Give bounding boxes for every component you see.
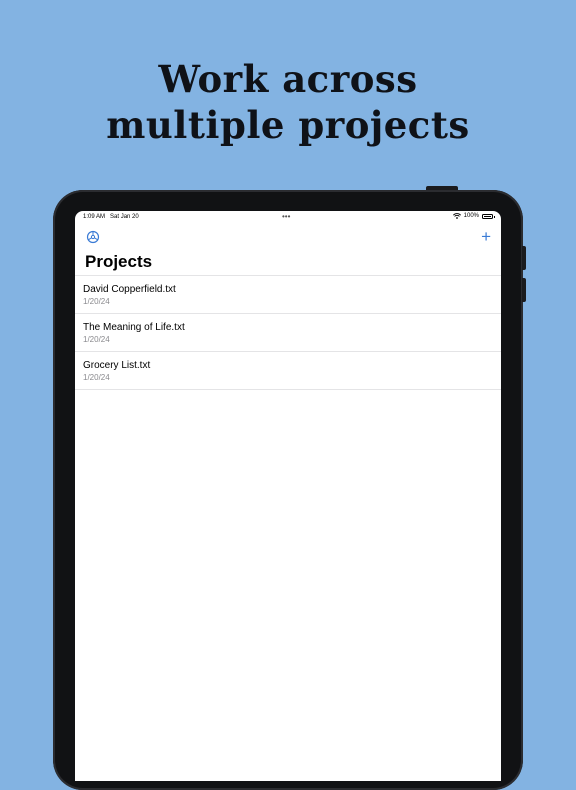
project-row[interactable]: David Copperfield.txt 1/20/24 — [75, 276, 501, 314]
status-time: 1:09 AM — [83, 214, 106, 220]
device-volume-up-button — [522, 246, 526, 270]
gear-icon — [86, 230, 100, 248]
project-name: The Meaning of Life.txt — [83, 322, 185, 333]
wifi-icon — [452, 213, 461, 219]
status-date: Sat Jan 20 — [110, 214, 139, 220]
promo-headline: Work across multiple projects — [0, 56, 576, 148]
project-name: Grocery List.txt — [83, 360, 151, 371]
page-title: Projects — [85, 252, 153, 271]
battery-percent: 100% — [463, 213, 479, 219]
project-date: 1/20/24 — [83, 373, 110, 382]
headline-line-2: multiple projects — [106, 103, 470, 147]
device-volume-down-button — [522, 278, 526, 302]
project-name: David Copperfield.txt — [83, 284, 176, 295]
settings-button[interactable] — [86, 230, 100, 244]
app-screen: 1:09 AM Sat Jan 20 ••• 100% + Projects D… — [75, 211, 501, 781]
add-project-button[interactable]: + — [481, 228, 491, 245]
multitasking-dots[interactable]: ••• — [282, 212, 290, 221]
projects-list: David Copperfield.txt 1/20/24 The Meanin… — [75, 275, 501, 390]
project-row[interactable]: The Meaning of Life.txt 1/20/24 — [75, 314, 501, 352]
status-bar: 1:09 AM Sat Jan 20 ••• 100% — [75, 211, 501, 225]
headline-line-1: Work across — [158, 57, 418, 101]
battery-icon — [482, 213, 495, 219]
status-time-date: 1:09 AM Sat Jan 20 — [83, 214, 139, 220]
project-date: 1/20/24 — [83, 335, 110, 344]
project-row[interactable]: Grocery List.txt 1/20/24 — [75, 352, 501, 390]
project-date: 1/20/24 — [83, 297, 110, 306]
status-indicators: 100% — [452, 213, 495, 219]
